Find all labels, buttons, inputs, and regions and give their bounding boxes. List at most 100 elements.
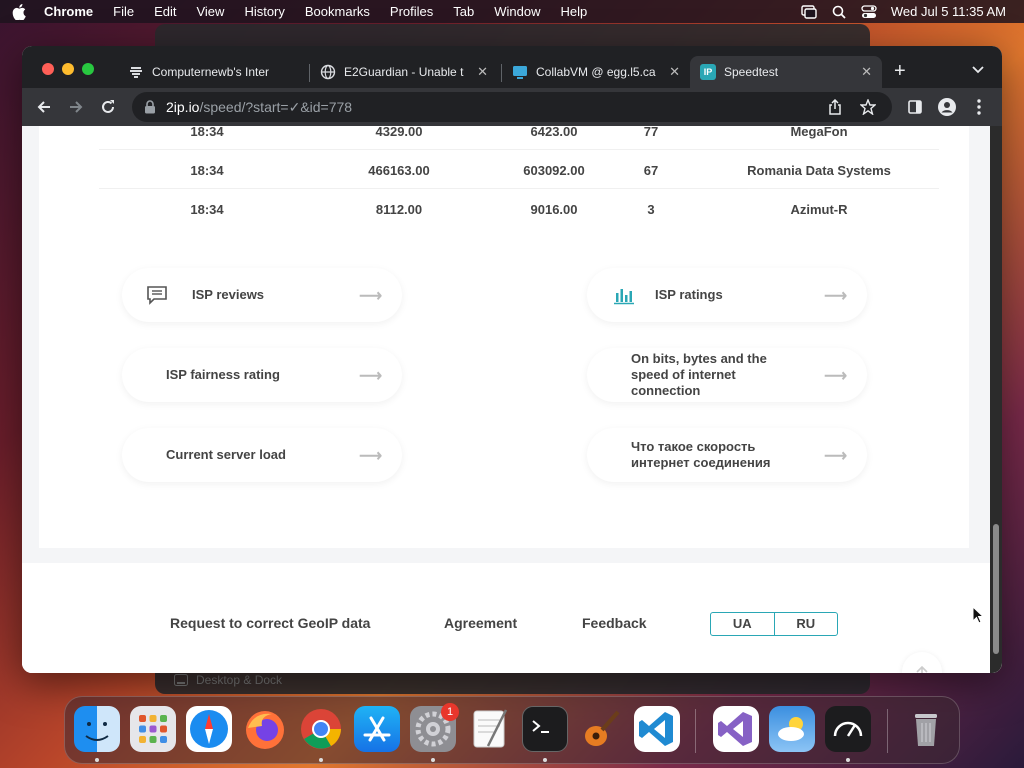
new-tab-icon[interactable]: + [894, 60, 906, 83]
dock-garageband[interactable] [578, 706, 624, 752]
cell-provider: MegaFon [790, 126, 848, 139]
tab-speedtest[interactable]: IP Speedtest ✕ [690, 56, 882, 88]
lang-ru-button[interactable]: RU [773, 613, 838, 635]
address-bar[interactable]: 2ip.io/speed/?start=✓&id=778 [132, 92, 892, 122]
table-row: 18:34 8112.00 9016.00 3 Azimut-R [99, 190, 939, 228]
collabvm-favicon [513, 66, 527, 79]
server-load-label: Current server load [166, 447, 286, 462]
reload-icon[interactable] [100, 99, 116, 115]
spotlight-search-icon[interactable] [831, 5, 847, 19]
chrome-icon [301, 709, 341, 749]
bookmark-star-icon[interactable] [860, 99, 876, 115]
safari-icon [190, 710, 228, 748]
tab-collabvm[interactable]: CollabVM @ egg.l5.ca ✕ [502, 56, 690, 88]
tab-title: CollabVM @ egg.l5.ca [536, 65, 656, 79]
cell-time: 18:34 [190, 163, 224, 178]
lock-icon[interactable] [144, 100, 156, 114]
tab-title: Speedtest [724, 65, 779, 79]
table-row: 18:34 4329.00 6423.00 77 MegaFon [99, 126, 939, 150]
share-icon[interactable] [828, 99, 842, 115]
menu-tab[interactable]: Tab [453, 4, 474, 19]
menu-edit[interactable]: Edit [154, 4, 176, 19]
dock-chrome[interactable] [298, 706, 344, 752]
running-indicator [846, 758, 850, 762]
scrollbar-thumb[interactable] [993, 524, 999, 654]
cell-provider: Azimut-R [790, 202, 848, 217]
menu-app-name[interactable]: Chrome [44, 4, 93, 19]
dock-finder[interactable] [74, 706, 120, 752]
side-panel-icon[interactable] [908, 100, 922, 114]
feedback-link[interactable]: Feedback [582, 615, 647, 631]
vscode-icon [639, 712, 673, 746]
minimize-window-button[interactable] [62, 63, 74, 75]
kebab-menu-icon[interactable] [977, 99, 981, 115]
dock-launchpad[interactable] [130, 706, 176, 752]
agreement-link[interactable]: Agreement [444, 615, 517, 631]
desktop-dock-icon [174, 674, 188, 686]
cell-download: 4329.00 [375, 126, 423, 139]
tab-e2guardian[interactable]: E2Guardian - Unable t ✕ [310, 56, 498, 88]
language-switcher: UA RU [710, 612, 838, 636]
geoip-correction-link[interactable]: Request to correct GeoIP data [170, 615, 370, 631]
running-indicator [95, 758, 99, 762]
isp-reviews-label: ISP reviews [192, 287, 265, 302]
dock-visual-studio[interactable] [713, 706, 759, 752]
weather-cloud-icon [778, 717, 804, 741]
speed-article-ru-label: Что такое скорость интернет соединения [631, 439, 771, 470]
bits-bytes-link[interactable]: On bits, bytes and the speed of internet… [587, 348, 867, 402]
speed-article-ru-link[interactable]: Что такое скорость интернет соединения ⟶ [587, 428, 867, 482]
menu-profiles[interactable]: Profiles [390, 4, 433, 19]
dock-textedit[interactable] [466, 706, 512, 752]
dock-app-store[interactable] [354, 706, 400, 752]
cell-ping: 3 [647, 202, 655, 217]
zoom-window-button[interactable] [82, 63, 94, 75]
dock-weather[interactable] [769, 706, 815, 752]
page-footer: Request to correct GeoIP data Agreement … [22, 563, 1002, 673]
menu-window[interactable]: Window [494, 4, 540, 19]
background-window-item: Desktop & Dock [174, 673, 282, 687]
dock-firefox[interactable] [242, 706, 288, 752]
isp-fairness-link[interactable]: ISP fairness rating ⟶ [122, 348, 402, 402]
arrow-right-icon: ⟶ [824, 368, 847, 385]
dock-trash[interactable] [903, 706, 949, 752]
dock-separator [887, 709, 888, 753]
page-scrollbar[interactable] [990, 126, 1002, 673]
isp-reviews-link[interactable]: ISP reviews ⟶ [122, 268, 402, 322]
menu-help[interactable]: Help [561, 4, 588, 19]
apple-icon[interactable] [12, 3, 26, 20]
lang-ua-button[interactable]: UA [711, 613, 774, 635]
dock-vscode[interactable] [634, 706, 680, 752]
profile-avatar-icon[interactable] [938, 98, 956, 116]
2ip-favicon: IP [700, 64, 716, 80]
tab-search-chevron-icon[interactable] [972, 66, 984, 74]
cell-upload: 6423.00 [530, 126, 578, 139]
menu-file[interactable]: File [113, 4, 134, 19]
computernewb-favicon [130, 67, 142, 78]
isp-ratings-link[interactable]: ISP ratings ⟶ [587, 268, 867, 322]
screen-mirroring-icon[interactable] [801, 4, 817, 19]
tab-computernewb[interactable]: Computernewb's Inter [118, 56, 306, 88]
control-center-icon[interactable] [861, 4, 877, 19]
close-tab-icon[interactable]: ✕ [861, 64, 872, 80]
running-indicator [431, 758, 435, 762]
dock-safari[interactable] [186, 706, 232, 752]
back-icon[interactable] [36, 99, 52, 115]
menu-bookmarks[interactable]: Bookmarks [305, 4, 370, 19]
cell-ping: 67 [643, 163, 659, 178]
results-card: 18:34 4329.00 6423.00 77 MegaFon 18:34 4… [39, 126, 969, 548]
server-load-link[interactable]: Current server load ⟶ [122, 428, 402, 482]
menu-history[interactable]: History [244, 4, 284, 19]
isp-fairness-label: ISP fairness rating [166, 367, 280, 382]
menu-view[interactable]: View [196, 4, 224, 19]
dock-terminal[interactable] [522, 706, 568, 752]
arrow-up-icon [916, 665, 928, 673]
cell-provider: Romania Data Systems [747, 163, 891, 178]
close-tab-icon[interactable]: ✕ [477, 64, 488, 80]
dock-activity-monitor[interactable] [825, 706, 871, 752]
tab-strip: Computernewb's Inter E2Guardian - Unable… [22, 46, 1002, 88]
forward-icon[interactable] [68, 99, 84, 115]
close-window-button[interactable] [42, 63, 54, 75]
cell-upload: 9016.00 [530, 202, 578, 217]
close-tab-icon[interactable]: ✕ [669, 64, 680, 80]
menubar-clock[interactable]: Wed Jul 5 11:35 AM [891, 4, 1006, 19]
